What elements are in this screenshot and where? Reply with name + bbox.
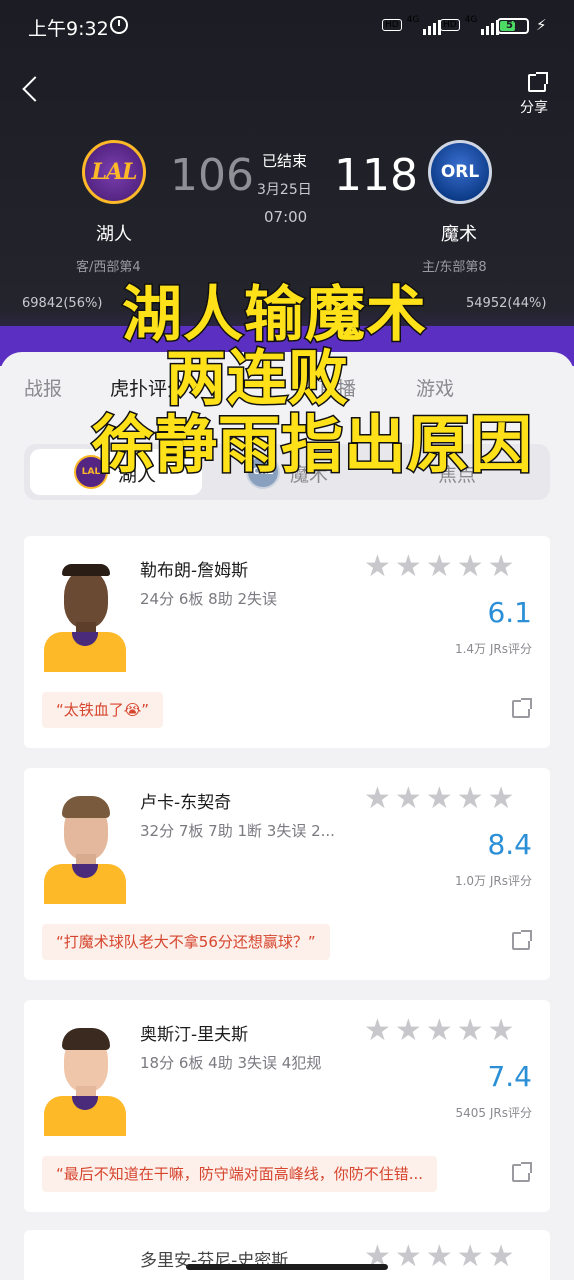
- charging-icon: ⚡: [536, 16, 547, 34]
- player-stats: 24分 6板 8助 2失误: [140, 590, 278, 608]
- player-stats: 32分 7板 7助 1断 3失误 2...: [140, 822, 335, 840]
- battery-icon: 57: [497, 18, 529, 34]
- rating-stars[interactable]: ★ ★ ★ ★ ★: [364, 784, 515, 814]
- rating-count: 1.0万 JRs评分: [454, 874, 532, 888]
- player-rating: 7.4: [487, 1060, 532, 1093]
- home-team-name[interactable]: 湖人: [96, 220, 132, 246]
- rating-stars[interactable]: ★ ★ ★ ★ ★: [364, 1016, 515, 1046]
- star-icon[interactable]: ★: [395, 1016, 422, 1046]
- rating-count: 1.4万 JRs评分: [454, 642, 532, 656]
- share-button[interactable]: 分享: [520, 97, 548, 117]
- external-link-icon[interactable]: [512, 930, 532, 950]
- star-icon[interactable]: ★: [488, 1016, 515, 1046]
- star-icon[interactable]: ★: [395, 784, 422, 814]
- player-card[interactable]: 勒布朗-詹姆斯 24分 6板 8助 2失误 ★ ★ ★ ★ ★ 6.1 1.4万…: [24, 536, 550, 748]
- player-name[interactable]: 卢卡-东契奇: [140, 788, 231, 813]
- share-icon[interactable]: [528, 72, 548, 92]
- top-comment[interactable]: “打魔术球队老大不拿56分还想赢球？”: [42, 924, 330, 960]
- status-time: 上午9:32: [28, 18, 109, 40]
- star-icon[interactable]: ★: [364, 552, 391, 582]
- external-link-icon[interactable]: [512, 1162, 532, 1182]
- player-photo: [42, 1026, 128, 1136]
- signal-icon: HD 4G: [382, 15, 442, 35]
- star-icon[interactable]: ★: [426, 784, 453, 814]
- star-icon[interactable]: ★: [488, 1242, 515, 1272]
- home-score: 106: [170, 150, 254, 201]
- tab-report[interactable]: 战报: [24, 374, 62, 401]
- player-stats: 18分 6板 4助 3失误 4犯规: [140, 1054, 322, 1072]
- star-icon[interactable]: ★: [426, 552, 453, 582]
- star-icon[interactable]: ★: [457, 552, 484, 582]
- star-icon[interactable]: ★: [457, 784, 484, 814]
- star-icon[interactable]: ★: [457, 1242, 484, 1272]
- star-icon[interactable]: ★: [395, 552, 422, 582]
- player-rating: 6.1: [487, 596, 532, 629]
- star-icon[interactable]: ★: [488, 552, 515, 582]
- magic-logo[interactable]: ORL: [428, 140, 492, 204]
- rating-count: 5405 JRs评分: [455, 1106, 532, 1120]
- signal-icon-2: HD 4G: [440, 15, 500, 35]
- star-icon[interactable]: ★: [488, 784, 515, 814]
- lakers-logo[interactable]: LAL: [82, 140, 146, 204]
- star-icon[interactable]: ★: [426, 1016, 453, 1046]
- alarm-icon: [110, 16, 128, 34]
- player-name[interactable]: 奥斯汀-里夫斯: [140, 1020, 248, 1045]
- status-bar: 上午9:32 HD 4G HD 4G 57 ⚡: [0, 0, 574, 52]
- external-link-icon[interactable]: [512, 698, 532, 718]
- star-icon[interactable]: ★: [457, 1016, 484, 1046]
- top-comment[interactable]: “太铁血了😭”: [42, 692, 164, 728]
- away-score: 118: [334, 150, 418, 201]
- star-icon[interactable]: ★: [364, 784, 391, 814]
- battery-level: 57: [506, 20, 520, 31]
- game-date: 3月25日: [257, 182, 312, 198]
- player-photo: [42, 562, 128, 672]
- player-card[interactable]: 奥斯汀-里夫斯 18分 6板 4助 3失误 4犯规 ★ ★ ★ ★ ★ 7.4 …: [24, 1000, 550, 1212]
- game-time: 07:00: [264, 208, 308, 226]
- player-card[interactable]: 卢卡-东契奇 32分 7板 7助 1断 3失误 2... ★ ★ ★ ★ ★ 8…: [24, 768, 550, 980]
- player-rating: 8.4: [487, 828, 532, 861]
- star-icon[interactable]: ★: [395, 1242, 422, 1272]
- star-icon[interactable]: ★: [364, 1016, 391, 1046]
- video-caption-line-3: 徐静雨指出原因: [90, 407, 534, 483]
- away-team-name[interactable]: 魔术: [441, 220, 477, 246]
- player-name[interactable]: 勒布朗-詹姆斯: [140, 556, 248, 581]
- home-vote-count: 69842(56%): [22, 296, 103, 311]
- top-comment[interactable]: “最后不知道在干嘛，防守端对面高峰线，你防不住错...: [42, 1156, 438, 1192]
- game-status: 已结束: [262, 152, 308, 170]
- rating-stars[interactable]: ★ ★ ★ ★ ★: [364, 552, 515, 582]
- home-indicator[interactable]: [186, 1264, 388, 1270]
- star-icon[interactable]: ★: [426, 1242, 453, 1272]
- player-photo: [42, 794, 128, 904]
- away-team-rank: 主/东部第8: [422, 260, 487, 275]
- away-vote-count: 54952(44%): [466, 296, 547, 311]
- player-card[interactable]: 多里安-芬尼-史密斯 ★ ★ ★ ★ ★: [24, 1230, 550, 1280]
